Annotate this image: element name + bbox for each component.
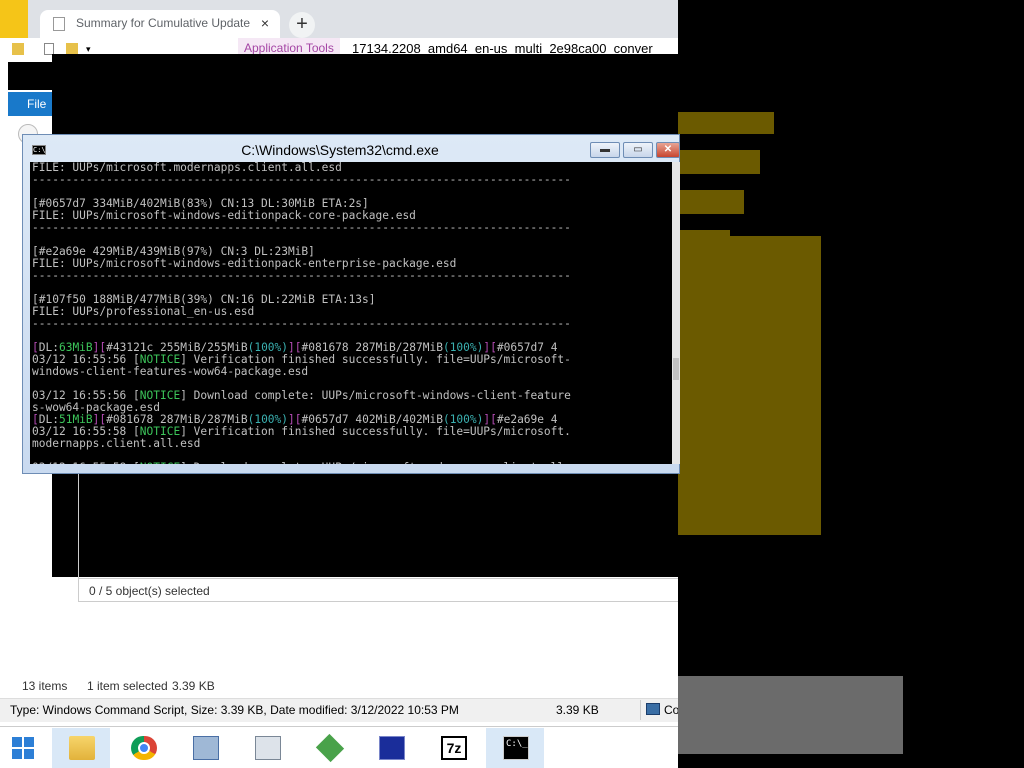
server-manager-icon bbox=[193, 736, 219, 760]
console-line: modernapps.client.all.esd bbox=[32, 437, 201, 450]
items-count: 13 items bbox=[22, 679, 68, 693]
start-button[interactable] bbox=[0, 728, 50, 768]
console-line: windows-client-features-wow64-package.es… bbox=[32, 365, 309, 378]
taskbar-command-prompt[interactable]: C:\_ bbox=[486, 728, 544, 768]
folder-icon bbox=[12, 43, 24, 55]
file-details: Type: Windows Command Script, Size: 3.39… bbox=[10, 703, 459, 717]
folder-icon bbox=[69, 736, 95, 760]
7zip-icon: 7z bbox=[441, 736, 467, 760]
command-prompt-icon: C:\_ bbox=[503, 736, 529, 760]
blank-overlay-left bbox=[8, 62, 52, 90]
maximize-button[interactable]: ▭ bbox=[623, 142, 653, 158]
console-line: ----------------------------------------… bbox=[32, 269, 571, 282]
console-line: ----------------------------------------… bbox=[32, 317, 571, 330]
windows-logo-icon bbox=[12, 737, 22, 747]
chrome-icon bbox=[131, 736, 157, 760]
taskbar-file-explorer[interactable] bbox=[52, 728, 110, 768]
tab-close-icon[interactable]: × bbox=[258, 15, 272, 31]
browser-tab[interactable]: Summary for Cumulative Update bbox=[40, 10, 280, 40]
background-block bbox=[678, 112, 774, 134]
background-block bbox=[678, 190, 744, 214]
windows-logo-icon bbox=[24, 749, 34, 759]
cmd-system-icon[interactable]: C:\ bbox=[32, 145, 46, 155]
selected-size: 3.39 KB bbox=[172, 679, 215, 693]
console-line: 03/12 16:55:58 [NOTICE] Download complet… bbox=[32, 462, 672, 465]
minimize-button[interactable]: ▬ bbox=[590, 142, 620, 158]
console-scrollbar[interactable] bbox=[672, 162, 680, 464]
background-block bbox=[678, 150, 760, 174]
scrollbar-thumb[interactable] bbox=[673, 358, 679, 380]
taskbar-chrome[interactable] bbox=[114, 728, 172, 768]
background-window-edge bbox=[0, 0, 28, 38]
background-block bbox=[678, 676, 903, 754]
performance-monitor-icon bbox=[255, 736, 281, 760]
details-size: 3.39 KB bbox=[556, 703, 599, 717]
close-button[interactable]: ✕ bbox=[656, 142, 680, 158]
details-separator bbox=[640, 700, 641, 720]
page-favicon-icon bbox=[53, 17, 65, 31]
remote-desktop-icon bbox=[379, 736, 405, 760]
console-output[interactable]: FILE: UUPs/microsoft.modernapps.client.a… bbox=[30, 162, 672, 464]
file-menu-tab[interactable]: File bbox=[8, 92, 52, 116]
cmd-window-title: C:\Windows\System32\cmd.exe bbox=[241, 142, 439, 158]
taskbar-performance-monitor[interactable] bbox=[238, 728, 296, 768]
taskbar-package-tool[interactable] bbox=[300, 728, 358, 768]
package-icon bbox=[315, 733, 345, 763]
taskbar-remote-desktop[interactable] bbox=[362, 728, 420, 768]
new-tab-button[interactable]: + bbox=[289, 12, 315, 38]
console-line: ----------------------------------------… bbox=[32, 221, 571, 234]
browser-tab-title: Summary for Cumulative Update bbox=[76, 16, 251, 30]
console-line: ----------------------------------------… bbox=[32, 173, 571, 186]
taskbar-server-manager[interactable] bbox=[176, 728, 234, 768]
selection-status: 0 / 5 object(s) selected bbox=[78, 578, 678, 602]
windows-logo-icon bbox=[24, 737, 34, 747]
taskbar-7zip[interactable]: 7z bbox=[424, 728, 482, 768]
computer-icon bbox=[646, 703, 660, 715]
windows-logo-icon bbox=[12, 749, 22, 759]
background-block bbox=[678, 236, 821, 535]
